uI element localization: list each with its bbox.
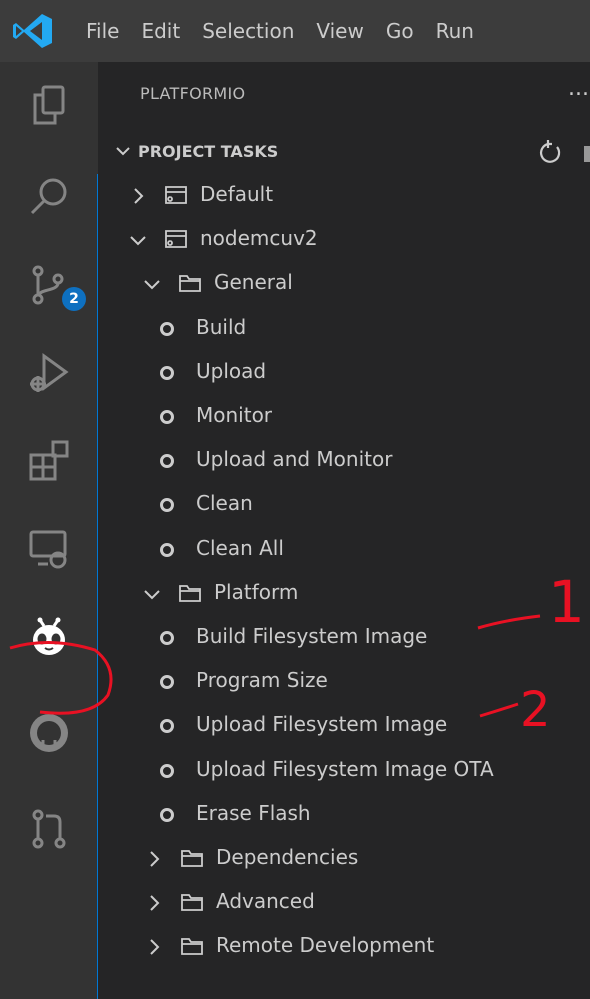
tree-item-label: Upload Filesystem Image OTA — [196, 756, 494, 781]
changes-badge: 2 — [62, 287, 86, 311]
tree-item-folder[interactable]: Remote Development — [98, 925, 590, 969]
tree-item-label: Clean — [196, 491, 253, 516]
tree-item-label: nodemcuv2 — [200, 226, 318, 251]
tree-item-env[interactable]: nodemcuv2 — [98, 218, 590, 262]
chevron-right-icon — [134, 188, 144, 204]
tree-item-label: Upload and Monitor — [196, 447, 393, 472]
chevron-right-icon — [150, 939, 160, 956]
extensions-icon — [29, 440, 69, 481]
platformio-alien-icon — [33, 617, 65, 655]
tree-item-task[interactable]: Upload Filesystem Image OTA — [98, 749, 590, 793]
tree-item-task[interactable]: Clean — [98, 483, 590, 527]
tree-item-label: Build Filesystem Image — [196, 624, 428, 648]
folder-icon — [179, 275, 201, 293]
tree-item-env[interactable]: Default — [98, 174, 590, 218]
chevron-down-icon — [144, 280, 160, 290]
tree-item-task[interactable]: Build Filesystem Image — [98, 616, 590, 660]
task-circle-icon — [160, 542, 174, 557]
folder-icon — [179, 584, 201, 602]
activity-run-debug[interactable] — [0, 330, 98, 416]
section-title: PROJECT TASKS — [138, 142, 279, 161]
tree-item-label: Clean All — [196, 535, 284, 560]
tree-item-label: General — [214, 270, 293, 295]
vscode-logo-icon — [13, 14, 52, 48]
task-circle-icon — [160, 498, 174, 513]
task-circle-icon — [160, 410, 174, 424]
github-icon — [30, 714, 68, 752]
folder-icon — [181, 894, 203, 912]
tree-item-task[interactable]: Build — [98, 307, 590, 351]
activity-search[interactable] — [0, 154, 98, 240]
tree-item-task[interactable]: Program Size — [98, 660, 590, 704]
activity-pull-requests[interactable] — [0, 786, 98, 872]
tree-item-task[interactable]: Upload and Monitor — [98, 439, 590, 483]
task-circle-icon — [160, 719, 174, 734]
activity-remote-explorer[interactable] — [0, 506, 98, 592]
title-bar: File Edit Selection View Go Run — [0, 0, 590, 62]
activity-extensions[interactable] — [0, 418, 98, 504]
chevron-right-icon — [150, 895, 160, 911]
chevron-down-icon — [144, 590, 160, 600]
tree-item-task[interactable]: Upload — [98, 351, 590, 395]
tree-item-label: Advanced — [216, 889, 315, 914]
task-circle-icon — [160, 454, 174, 469]
task-circle-icon — [160, 675, 174, 690]
sidebar: PLATFORMIO ... PROJECT TASKS Default node… — [98, 62, 590, 999]
tree-item-label: Default — [200, 182, 274, 206]
activity-explorer[interactable] — [0, 62, 98, 148]
tree-item-folder[interactable]: General — [98, 262, 590, 306]
activity-platformio[interactable] — [0, 594, 98, 680]
refresh-icon[interactable] — [536, 138, 564, 166]
project-tasks-header[interactable]: PROJECT TASKS — [98, 134, 590, 170]
chevron-down-icon — [116, 147, 130, 156]
files-icon — [33, 85, 65, 125]
menu-file[interactable]: File — [86, 19, 119, 43]
task-circle-icon — [160, 807, 174, 822]
tree-item-label: Build — [196, 314, 247, 339]
tree-item-label: Dependencies — [216, 845, 359, 869]
task-circle-icon — [160, 631, 174, 645]
tree-item-label: Platform — [214, 579, 299, 604]
search-icon — [30, 178, 67, 215]
menu-bar: File Edit Selection View Go Run — [86, 0, 496, 62]
pull-request-icon — [32, 809, 66, 849]
tree-item-label: Erase Flash — [196, 800, 311, 825]
run-debug-icon — [30, 353, 69, 392]
folder-icon — [181, 938, 203, 956]
tree-item-label: Monitor — [196, 403, 273, 427]
chevron-down-icon — [130, 236, 146, 246]
tree-item-label: Remote Development — [216, 933, 435, 958]
menu-run[interactable]: Run — [436, 19, 474, 43]
tree-item-folder[interactable]: Advanced — [98, 881, 590, 925]
sidebar-more-button[interactable]: ... — [568, 76, 589, 101]
task-circle-icon — [160, 321, 174, 336]
sidebar-title: PLATFORMIO — [140, 84, 246, 103]
tree-item-task[interactable]: Upload Filesystem Image — [98, 704, 590, 748]
environment-icon — [165, 230, 187, 249]
tree-item-label: Upload Filesystem Image — [196, 712, 448, 737]
tree-item-task[interactable]: Erase Flash — [98, 793, 590, 837]
tree-item-label: Upload — [196, 358, 267, 383]
task-circle-icon — [160, 365, 174, 380]
environment-icon — [165, 186, 187, 204]
task-circle-icon — [160, 763, 174, 778]
menu-edit[interactable]: Edit — [141, 19, 180, 43]
menu-view[interactable]: View — [316, 19, 363, 43]
folder-icon — [181, 850, 203, 867]
toolbar-divider — [584, 146, 590, 162]
tree-item-folder[interactable]: Dependencies — [98, 837, 590, 881]
tree-item-folder[interactable]: Platform — [98, 572, 590, 616]
menu-go[interactable]: Go — [386, 19, 414, 43]
remote-explorer-icon — [29, 530, 67, 569]
tree-item-label: Program Size — [196, 668, 328, 693]
activity-source-control[interactable]: 2 — [0, 242, 98, 328]
tree-item-task[interactable]: Clean All — [98, 528, 590, 572]
activity-github[interactable] — [0, 690, 98, 776]
menu-selection[interactable]: Selection — [202, 19, 294, 43]
chevron-right-icon — [150, 851, 160, 867]
activity-bar: 2 — [0, 62, 98, 999]
tree-item-task[interactable]: Monitor — [98, 395, 590, 439]
